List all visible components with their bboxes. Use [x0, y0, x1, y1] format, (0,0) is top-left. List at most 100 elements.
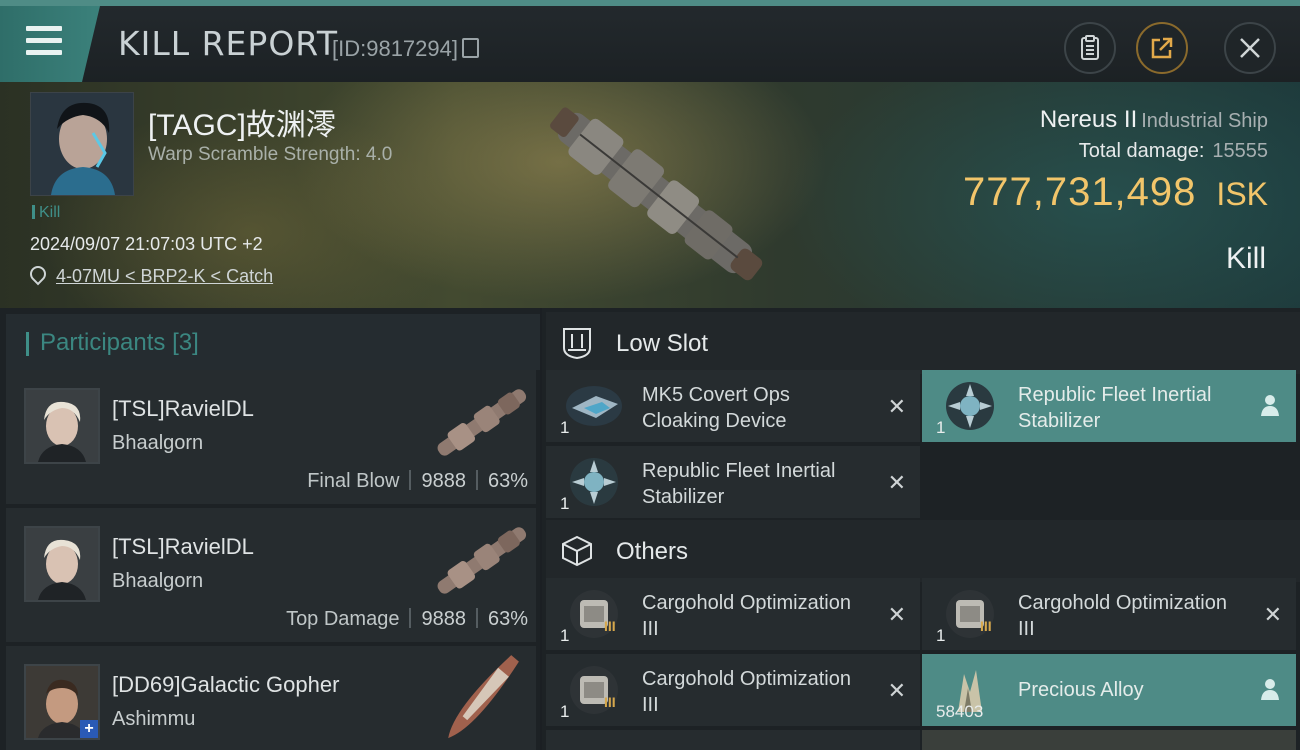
others-header: Others — [546, 520, 1300, 582]
fitting-item[interactable]: 1 Republic Fleet Inertial Stabilizer ✕ — [546, 446, 920, 518]
others-box-icon — [562, 535, 592, 567]
item-quantity: 1 — [560, 418, 570, 437]
kill-tag-label: Kill — [39, 204, 61, 221]
participant-avatar-image — [26, 528, 98, 600]
item-level: III — [604, 618, 616, 634]
low-slot-icon — [563, 328, 591, 360]
share-button[interactable] — [1136, 22, 1188, 74]
item-quantity: 1 — [936, 626, 946, 645]
victim-ship-image — [550, 107, 763, 281]
isk-amount: 777,731,498 — [962, 170, 1197, 214]
avatar[interactable]: + — [24, 664, 100, 740]
participants-panel: Participants [3] [TSL]RavielDL Bhaalgorn… — [0, 308, 540, 750]
item-quantity: 1 — [936, 418, 946, 437]
fitting-item-partial[interactable] — [922, 730, 1296, 750]
participant-damage: 9888 — [421, 470, 466, 492]
top-bar: KILL REPORT [ID:9817294] — [0, 0, 1300, 82]
participant-ship-image — [437, 527, 527, 594]
map-pin-icon — [26, 262, 50, 286]
page-title: KILL REPORT — [118, 24, 338, 63]
warp-scramble-strength: Warp Scramble Strength: 4.0 — [148, 144, 393, 165]
participant-stats: Final Blow 9888 63% — [307, 470, 528, 493]
item-level: III — [980, 618, 992, 634]
isk-unit: ISK — [1216, 176, 1268, 212]
fitting-item[interactable]: III 1 Cargohold Optimization III ✕ — [922, 578, 1296, 650]
others-title: Others — [616, 538, 689, 565]
item-name: Republic Fleet Inertial Stabilizer — [642, 460, 836, 508]
victim-banner: [TAGC]故渊澪 Warp Scramble Strength: 4.0 Ki… — [0, 82, 1300, 308]
avatar[interactable] — [24, 526, 100, 602]
participant-damage: 9888 — [421, 608, 466, 630]
clipboard-icon — [1081, 35, 1099, 60]
total-damage-label: Total damage: — [1078, 140, 1205, 162]
low-slot-header: Low Slot — [546, 312, 1300, 374]
person-icon — [1261, 395, 1279, 416]
participant-role: Top Damage — [286, 608, 400, 630]
isk-value: 777,731,498 ISK — [963, 170, 1268, 215]
kill-location[interactable]: 4-07MU < BRP2-K < Catch — [26, 262, 273, 287]
participant-name[interactable]: [TSL]RavielDL — [112, 534, 254, 560]
participant-stats: Top Damage 9888 63% — [286, 608, 528, 631]
participant-ship: Bhaalgorn — [112, 432, 204, 454]
kill-tag: Kill — [32, 204, 60, 222]
report-id-text: [ID:9817294] — [332, 36, 458, 61]
cargohold-optimization-icon — [938, 586, 1002, 642]
fitting-item[interactable]: 58403 Precious Alloy — [922, 654, 1296, 726]
participant-card[interactable]: [TSL]RavielDL Bhaalgorn Final Blow 9888 63… — [6, 370, 536, 504]
report-id[interactable]: [ID:9817294] — [332, 36, 479, 62]
participant-name[interactable]: [DD69]Galactic Gopher — [112, 672, 339, 698]
item-name: Republic Fleet Inertial Stabilizer — [1018, 384, 1212, 432]
item-quantity: 58403 — [936, 702, 984, 721]
item-name: Cargohold Optimization III — [1018, 592, 1227, 640]
victim-name[interactable]: [TAGC]故渊澪 — [148, 100, 336, 144]
victim-avatar-image — [31, 93, 133, 195]
participant-avatar-image — [26, 390, 98, 462]
participant-ship: Bhaalgorn — [112, 570, 204, 592]
participant-card[interactable]: + [DD69]Galactic Gopher Ashimmu — [6, 646, 536, 750]
fitting-item[interactable]: 1 MK5 Covert Ops Cloaking Device ✕ — [546, 370, 920, 442]
victim-portrait[interactable] — [30, 92, 134, 196]
item-quantity: 1 — [560, 626, 570, 645]
participant-ship: Ashimmu — [112, 708, 196, 730]
participants-title: Participants [3] — [40, 329, 199, 357]
fitting-item[interactable]: III 1 Cargohold Optimization III ✕ — [546, 654, 920, 726]
item-quantity: 1 — [560, 494, 570, 513]
participants-count: [3] — [172, 329, 199, 356]
cloaking-device-icon — [562, 378, 626, 434]
fitting-item[interactable]: 1 Republic Fleet Inertial Stabilizer — [922, 370, 1296, 442]
participant-ship-image — [437, 389, 527, 456]
plus-badge-icon: + — [80, 720, 98, 738]
fitting-panel: Low Slot 1 MK5 Covert Ops Cloaking Devic… — [542, 308, 1300, 750]
victim-ship-name: Nereus II Industrial Ship — [1040, 106, 1268, 134]
destroyed-icon: ✕ — [887, 394, 906, 419]
ship-class: Industrial Ship — [1141, 110, 1268, 132]
participant-ship-image — [448, 655, 519, 739]
participants-header: Participants [3] — [6, 314, 540, 370]
ship-name-text[interactable]: Nereus II — [1040, 106, 1137, 133]
participant-role: Final Blow — [307, 470, 400, 492]
inertial-stabilizer-icon — [938, 378, 1002, 434]
cargohold-optimization-icon — [562, 586, 626, 642]
copy-icon[interactable] — [461, 38, 479, 58]
participants-label: Participants — [40, 329, 166, 356]
participant-card[interactable]: [TSL]RavielDL Bhaalgorn Top Damage 9888 63… — [6, 508, 536, 642]
close-button[interactable] — [1224, 22, 1276, 74]
inertial-stabilizer-icon — [562, 454, 626, 510]
avatar[interactable] — [24, 388, 100, 464]
person-icon — [1261, 679, 1279, 700]
destroyed-icon: ✕ — [1263, 602, 1282, 627]
fitting-item[interactable]: III 1 Cargohold Optimization III ✕ — [546, 578, 920, 650]
clipboard-button[interactable] — [1064, 22, 1116, 74]
close-icon — [1240, 38, 1260, 58]
participant-name[interactable]: [TSL]RavielDL — [112, 396, 254, 422]
result-label: Kill — [1225, 242, 1266, 275]
menu-button[interactable] — [0, 6, 100, 82]
menu-icon — [26, 26, 62, 62]
location-link[interactable]: 4-07MU < BRP2-K < Catch — [56, 266, 273, 286]
item-name: Cargohold Optimization III — [642, 592, 851, 640]
low-slot-title: Low Slot — [616, 330, 709, 357]
item-quantity: 1 — [560, 702, 570, 721]
participant-percent: 63% — [487, 470, 528, 492]
fitting-item-partial[interactable] — [546, 730, 920, 750]
total-damage: Total damage: 15555 — [1079, 140, 1268, 163]
